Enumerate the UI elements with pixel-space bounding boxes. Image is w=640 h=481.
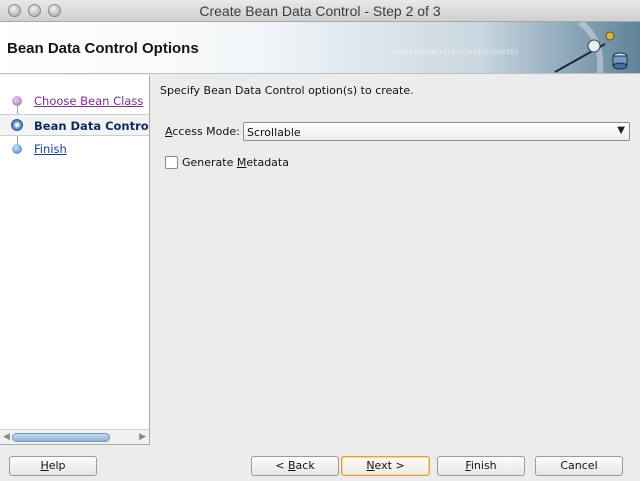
step-finish[interactable]: Finish bbox=[0, 138, 149, 160]
next-button[interactable]: Next > bbox=[341, 456, 430, 476]
generate-metadata-label[interactable]: Generate Metadata bbox=[182, 156, 289, 169]
access-mode-label: Access Mode: bbox=[165, 125, 240, 138]
pending-step-icon bbox=[12, 144, 22, 154]
generate-metadata-mnemonic: M bbox=[236, 156, 247, 169]
window-title: Create Bean Data Control - Step 2 of 3 bbox=[199, 3, 441, 19]
help-label: elp bbox=[48, 459, 66, 472]
step-label[interactable]: Choose Bean Class bbox=[34, 94, 143, 108]
scroll-right-arrow-icon[interactable]: ▶ bbox=[139, 432, 146, 442]
wizard-content-panel: Specify Bean Data Control option(s) to c… bbox=[151, 75, 640, 445]
help-mnemonic: H bbox=[40, 459, 49, 472]
step-label[interactable]: Finish bbox=[34, 142, 67, 156]
finish-button[interactable]: Finish bbox=[437, 456, 525, 476]
step-bean-data-control-options[interactable]: Bean Data Control O bbox=[0, 114, 150, 136]
access-mode-select[interactable]: Scrollable ▼ bbox=[243, 122, 630, 141]
generate-metadata-checkbox[interactable] bbox=[165, 156, 178, 169]
next-mnemonic: N bbox=[366, 459, 375, 472]
step-choose-bean-class[interactable]: Choose Bean Class bbox=[0, 90, 149, 112]
scrollbar-thumb[interactable] bbox=[12, 433, 110, 442]
finish-label: inish bbox=[470, 459, 497, 472]
back-mnemonic: B bbox=[288, 459, 296, 472]
back-button[interactable]: < Back bbox=[251, 456, 339, 476]
access-mode-label-text: ccess Mode: bbox=[172, 125, 240, 138]
current-step-icon bbox=[11, 119, 23, 131]
scroll-left-arrow-icon[interactable]: ◀ bbox=[3, 432, 10, 442]
help-button[interactable]: Help bbox=[9, 456, 97, 476]
header-decoration-icon: 010101010101010101010101010101 bbox=[392, 22, 628, 73]
cancel-button[interactable]: Cancel bbox=[535, 456, 623, 476]
generate-metadata-label-text: Generate bbox=[182, 156, 237, 169]
visited-step-icon bbox=[12, 96, 22, 106]
next-label: ext > bbox=[374, 459, 405, 472]
access-mode-value: Scrollable bbox=[247, 126, 301, 139]
back-label: ack bbox=[295, 459, 315, 472]
wizard-header-banner: Bean Data Control Options 01010101010101… bbox=[0, 22, 640, 74]
page-title: Bean Data Control Options bbox=[7, 40, 199, 57]
cancel-label: Cancel bbox=[560, 459, 598, 472]
back-prefix: < bbox=[275, 459, 288, 472]
instruction-text: Specify Bean Data Control option(s) to c… bbox=[160, 84, 414, 97]
generate-metadata-label-text-end: etadata bbox=[246, 156, 289, 169]
step-label: Bean Data Control O bbox=[34, 119, 150, 133]
wizard-steps-panel: Choose Bean Class Bean Data Control O Fi… bbox=[0, 75, 150, 445]
window-title-bar: Create Bean Data Control - Step 2 of 3 bbox=[0, 0, 640, 22]
steps-horizontal-scrollbar[interactable]: ◀ ▶ bbox=[0, 429, 149, 444]
binary-pattern-text: 010101010101010101010101010101 bbox=[392, 48, 518, 56]
dropdown-arrow-icon[interactable]: ▼ bbox=[617, 125, 625, 136]
